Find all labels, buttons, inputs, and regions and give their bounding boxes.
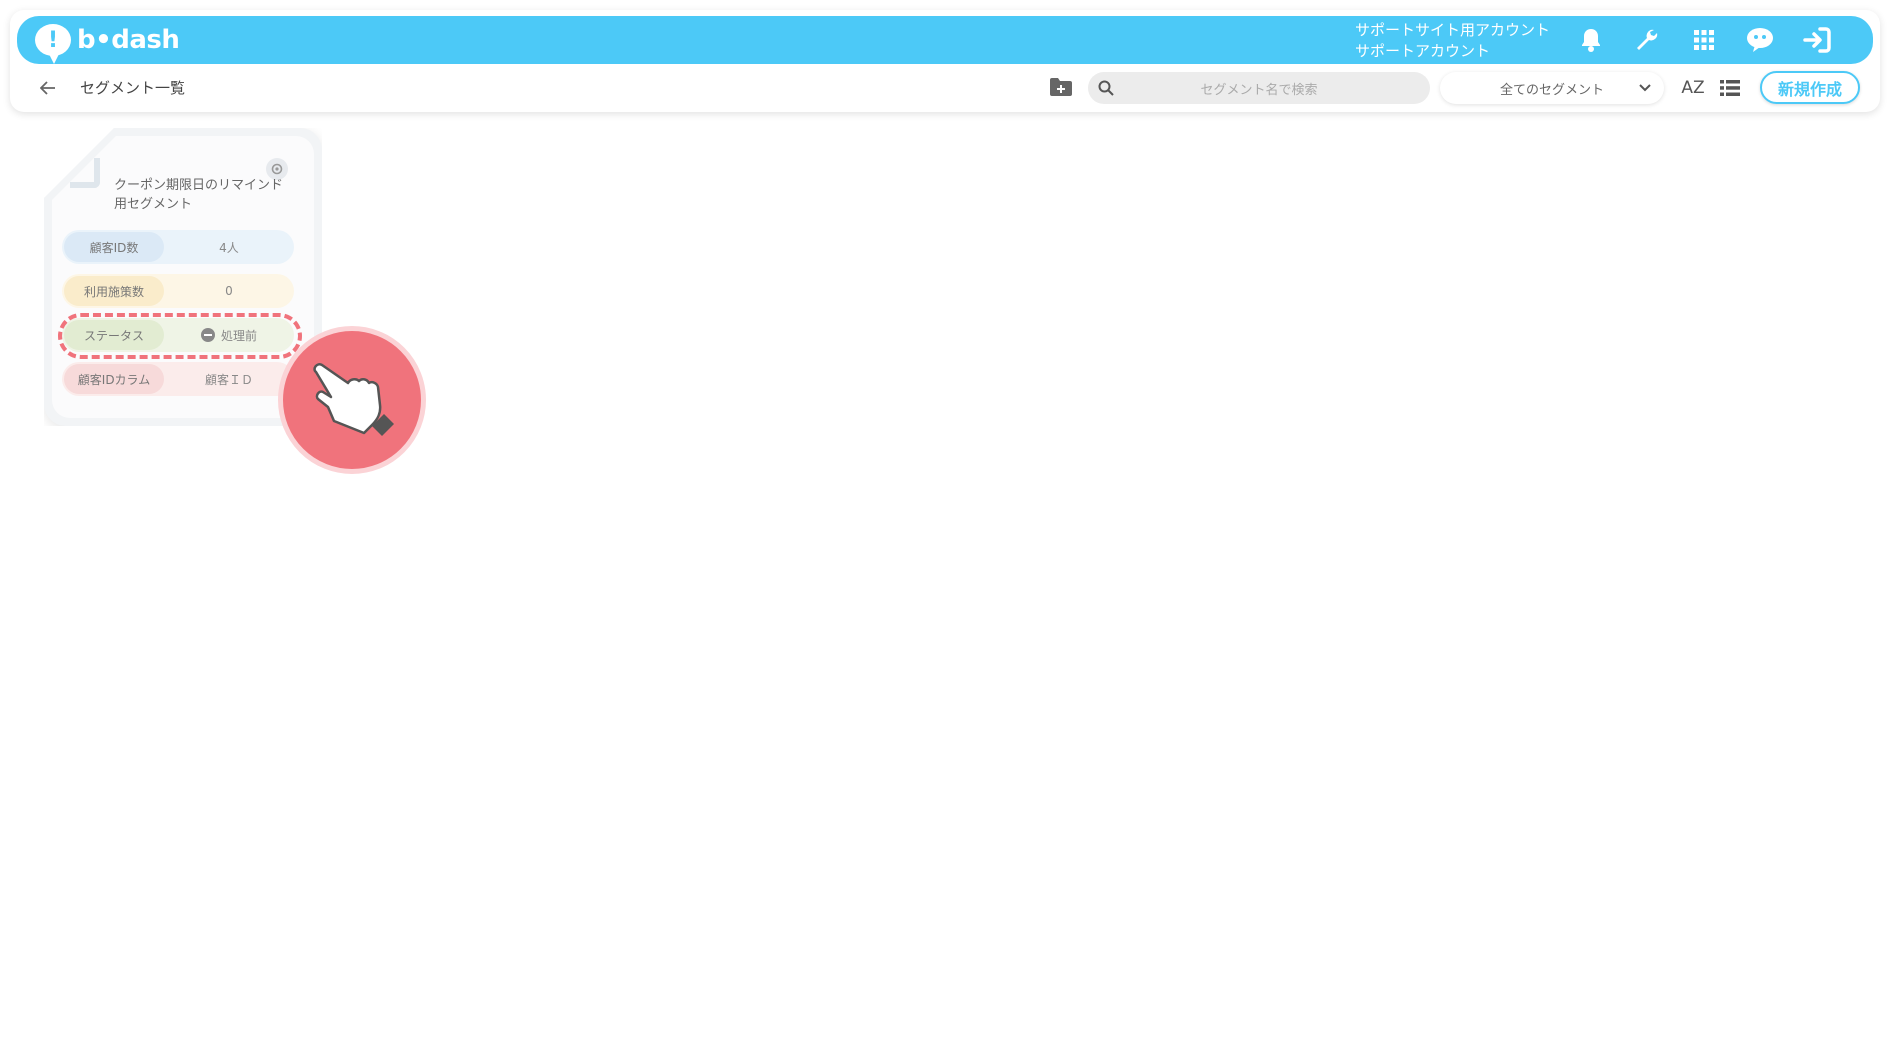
segment-filter-value: 全てのセグメント (1499, 82, 1604, 98)
card-fold-icon (70, 158, 100, 188)
account-line-2: サポートアカウント (1355, 42, 1491, 60)
row-value: 0 (225, 284, 233, 298)
segment-filter-select[interactable]: 全てのセグメント (1440, 72, 1664, 104)
card-title: クーポン期限日のリマインド用セグメント (114, 178, 284, 212)
bell-icon[interactable] (1575, 24, 1607, 56)
logout-icon[interactable] (1801, 24, 1833, 56)
account-line-1: サポートサイト用アカウント (1355, 21, 1551, 39)
card-row-id-column: 顧客IDカラム 顧客ＩＤ (62, 362, 294, 396)
row-label: 利用施策数 (64, 276, 164, 306)
back-arrow-icon[interactable] (36, 76, 60, 100)
card-row-customer-count: 顧客ID数 4人 (62, 230, 294, 264)
logo-bubble-icon: ! (35, 24, 71, 64)
sort-az-button[interactable]: AZ (1678, 74, 1708, 102)
account-info[interactable]: サポートサイト用アカウント サポートアカウント (1355, 20, 1550, 62)
top-bar: ! b•dash サポートサイト用アカウント サポートアカウント (17, 16, 1873, 64)
apps-grid-icon[interactable] (1688, 24, 1720, 56)
page-title: セグメント一覧 (80, 79, 186, 97)
row-value: 顧客ＩＤ (204, 372, 253, 387)
row-value: 4人 (219, 240, 239, 255)
chevron-down-icon (1638, 80, 1652, 98)
list-view-icon[interactable] (1716, 74, 1744, 102)
bdash-logo[interactable]: ! b•dash (35, 22, 180, 64)
pointing-hand-icon (278, 326, 426, 474)
search-input[interactable]: セグメント名で検索 (1088, 72, 1430, 104)
search-icon (1088, 72, 1124, 104)
chat-bot-icon[interactable] (1744, 24, 1776, 56)
create-new-button[interactable]: 新規作成 (1760, 71, 1860, 104)
row-label: 顧客IDカラム (64, 364, 164, 394)
row-label: 顧客ID数 (64, 232, 164, 262)
card-row-campaign-count: 利用施策数 0 (62, 274, 294, 308)
logo-text: b•dash (77, 25, 180, 55)
status-highlight-outline (58, 313, 302, 359)
search-placeholder: セグメント名で検索 (1200, 82, 1318, 98)
add-folder-icon[interactable] (1046, 74, 1076, 100)
wrench-icon[interactable] (1631, 24, 1663, 56)
